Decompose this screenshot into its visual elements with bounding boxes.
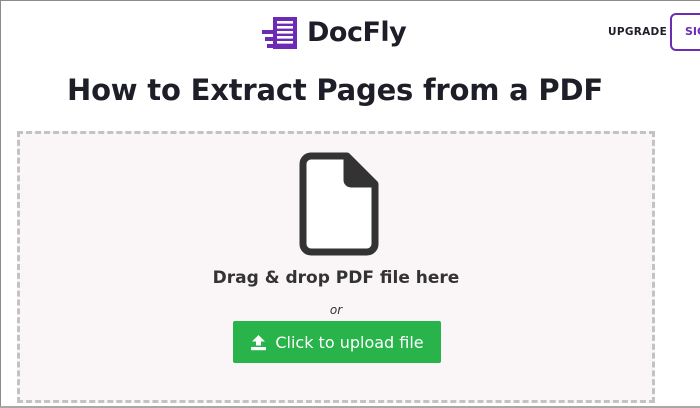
upload-button-label: Click to upload file — [275, 332, 424, 352]
page-title: How to Extract Pages from a PDF — [67, 73, 603, 107]
brand-name: DocFly — [307, 17, 407, 48]
app-window: DocFly UPGRADE SIGN IN How to Extract Pa… — [0, 0, 700, 408]
site-header: DocFly UPGRADE SIGN IN — [1, 1, 700, 63]
upload-icon — [251, 334, 267, 350]
or-separator: or — [329, 303, 343, 317]
upload-file-button[interactable]: Click to upload file — [233, 321, 441, 363]
signin-button[interactable]: SIGN IN — [670, 13, 700, 51]
docfly-logo-icon — [262, 17, 297, 49]
drop-instruction: Drag & drop PDF file here — [212, 268, 460, 288]
file-icon — [299, 152, 379, 256]
brand-logo[interactable]: DocFly — [262, 16, 407, 50]
file-dropzone[interactable]: Drag & drop PDF file here or Click to up… — [17, 131, 655, 403]
upgrade-link[interactable]: UPGRADE — [608, 25, 667, 39]
